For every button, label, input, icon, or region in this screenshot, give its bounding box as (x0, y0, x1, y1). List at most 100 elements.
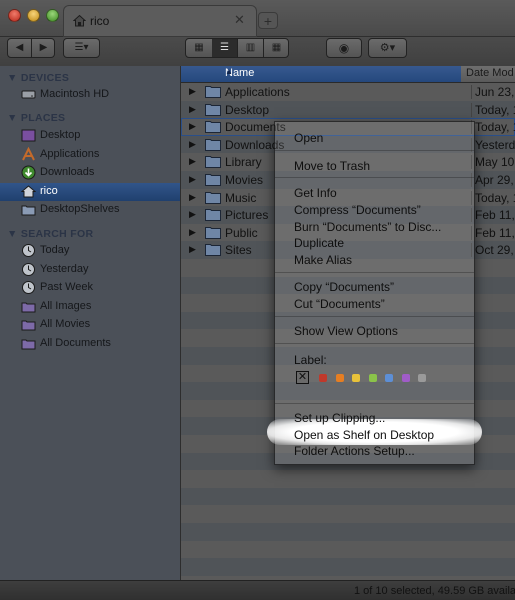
sidebar-item-today[interactable]: Today (0, 242, 180, 260)
disclosure-triangle-icon[interactable]: ▶ (189, 192, 196, 203)
folder-icon (205, 138, 221, 151)
back-forward-control: ◀ ▶ (7, 38, 55, 58)
empty-row (181, 505, 515, 524)
file-name: Music (225, 190, 257, 205)
status-text: 1 of 10 selected, 49.59 GB availa (354, 585, 515, 597)
empty-row (181, 540, 515, 559)
sidebar-item-label: All Documents (40, 337, 111, 349)
sidebar: ▼ DEVICES Macintosh HD ▼ PLACES Desktop … (0, 66, 181, 580)
sidebar-item-past-week[interactable]: Past Week (0, 279, 180, 297)
back-button[interactable]: ◀ (8, 39, 32, 57)
downloads-icon (21, 165, 36, 180)
disclosure-triangle-icon[interactable]: ▶ (189, 139, 196, 150)
sidebar-item-all-movies[interactable]: All Movies (0, 316, 180, 334)
list-view-button[interactable]: ☰ (212, 39, 238, 57)
sidebar-item-desktop[interactable]: Desktop (0, 127, 180, 145)
tab-rico[interactable]: rico ✕ (64, 6, 256, 36)
label-color-swatch[interactable] (335, 374, 344, 382)
tab-close-icon[interactable]: ✕ (234, 12, 245, 28)
folder-icon (205, 156, 221, 169)
name-column-header[interactable]: Name ▲ (181, 66, 461, 82)
menu-item-make-alias[interactable]: Make Alias (294, 253, 352, 267)
menu-item-show-view-options[interactable]: Show View Options (294, 324, 398, 338)
label-color-swatch[interactable] (385, 374, 393, 382)
file-date: Feb 11, 2 (471, 225, 515, 240)
label-color-swatch[interactable] (418, 374, 426, 382)
sidebar-item-label: All Images (40, 300, 92, 312)
sidebar-item-macintosh-hd[interactable]: Macintosh HD (0, 86, 180, 104)
label-color-swatch[interactable] (368, 374, 377, 382)
places-heading: PLACES (20, 112, 66, 124)
sidebar-item-applications[interactable]: Applications (0, 146, 180, 164)
file-date: May 10, 2 (471, 155, 515, 170)
disclosure-triangle-icon[interactable]: ▶ (189, 86, 196, 97)
zoom-window-button[interactable] (46, 9, 59, 22)
coverflow-view-button[interactable]: ▦ (264, 39, 289, 57)
file-date: Today, 1 (471, 102, 515, 117)
sidebar-section-search[interactable]: ▼ SEARCH FOR (7, 228, 93, 240)
home-icon (21, 185, 36, 198)
sidebar-item-yesterday[interactable]: Yesterday (0, 261, 180, 279)
sidebar-item-rico[interactable]: rico (0, 183, 180, 201)
close-window-button[interactable] (8, 9, 21, 22)
menu-item-set-up-clipping[interactable]: Set up Clipping... (294, 411, 385, 425)
icon-view-button[interactable]: ▦ (186, 39, 213, 57)
menu-item-burn[interactable]: Burn “Documents” to Disc... (294, 220, 441, 234)
sidebar-item-label: Past Week (40, 281, 93, 293)
sidebar-item-all-documents[interactable]: All Documents (0, 335, 180, 353)
arrange-button[interactable]: ☰▾ (63, 38, 100, 58)
menu-item-folder-actions-setup[interactable]: Folder Actions Setup... (294, 444, 415, 458)
menu-item-get-info[interactable]: Get Info (294, 186, 337, 200)
menu-item-copy[interactable]: Copy “Documents” (294, 280, 394, 294)
menu-item-open[interactable]: Open (294, 131, 323, 145)
sidebar-item-all-images[interactable]: All Images (0, 298, 180, 316)
date-modified-column-header[interactable]: Date Mod (466, 67, 514, 79)
sidebar-item-label: DesktopShelves (40, 203, 120, 215)
disclosure-triangle-icon[interactable]: ▶ (189, 121, 196, 132)
menu-item-move-to-trash[interactable]: Move to Trash (294, 159, 370, 173)
sidebar-item-label: Macintosh HD (40, 88, 110, 100)
sidebar-item-downloads[interactable]: Downloads (0, 164, 180, 182)
menu-item-open-as-shelf[interactable]: Open as Shelf on Desktop (294, 428, 434, 442)
sidebar-item-label: Desktop (40, 129, 81, 141)
sidebar-section-devices[interactable]: ▼ DEVICES (7, 72, 69, 84)
file-name: Desktop (225, 102, 270, 117)
sidebar-item-label: Yesterday (40, 263, 89, 275)
menu-item-cut[interactable]: Cut “Documents” (294, 297, 385, 311)
new-tab-button[interactable]: + (258, 12, 278, 29)
file-name: Public (225, 225, 258, 240)
quick-look-button[interactable]: ◉ (326, 38, 362, 58)
tab-title: rico (90, 14, 110, 28)
label-color-swatch[interactable] (319, 374, 327, 382)
sidebar-item-desktopshelves[interactable]: DesktopShelves (0, 201, 180, 219)
disclosure-triangle-icon[interactable]: ▶ (189, 244, 196, 255)
label-color-swatch[interactable] (352, 374, 360, 382)
menu-separator (275, 150, 474, 151)
label-none-button[interactable]: ✕ (296, 371, 309, 384)
title-bar: rico ✕ + (0, 0, 515, 37)
disclosure-triangle-icon[interactable]: ▶ (189, 227, 196, 238)
disclosure-triangle-icon[interactable]: ▶ (189, 156, 196, 167)
table-row[interactable]: ▶ Applications Jun 23, 2 (181, 83, 515, 101)
minimize-window-button[interactable] (27, 9, 40, 22)
desktop-icon (21, 129, 36, 142)
menu-separator (275, 272, 474, 273)
folder-icon (205, 103, 221, 116)
sidebar-item-label: All Movies (40, 318, 91, 330)
disclosure-triangle-icon[interactable]: ▶ (189, 209, 196, 220)
action-gear-button[interactable]: ⚙▾ (368, 38, 407, 58)
menu-item-compress[interactable]: Compress “Documents” (294, 203, 421, 217)
menu-item-duplicate[interactable]: Duplicate (294, 236, 344, 250)
view-mode-control: ▦ ☰ ▥ ▦ (185, 38, 289, 58)
empty-row (181, 558, 515, 577)
file-name: Applications (225, 85, 290, 99)
disclosure-triangle-icon[interactable]: ▶ (189, 104, 196, 115)
file-name: Movies (225, 173, 264, 187)
table-row[interactable]: ▶ Desktop Today, 1 (181, 100, 515, 119)
disclosure-triangle-icon[interactable]: ▶ (189, 174, 196, 185)
sidebar-section-places[interactable]: ▼ PLACES (7, 112, 65, 124)
label-color-swatch[interactable] (401, 374, 410, 382)
column-view-button[interactable]: ▥ (238, 39, 264, 57)
forward-button[interactable]: ▶ (32, 39, 55, 57)
context-menu: Open Move to Trash Get Info Compress “Do… (267, 121, 482, 465)
